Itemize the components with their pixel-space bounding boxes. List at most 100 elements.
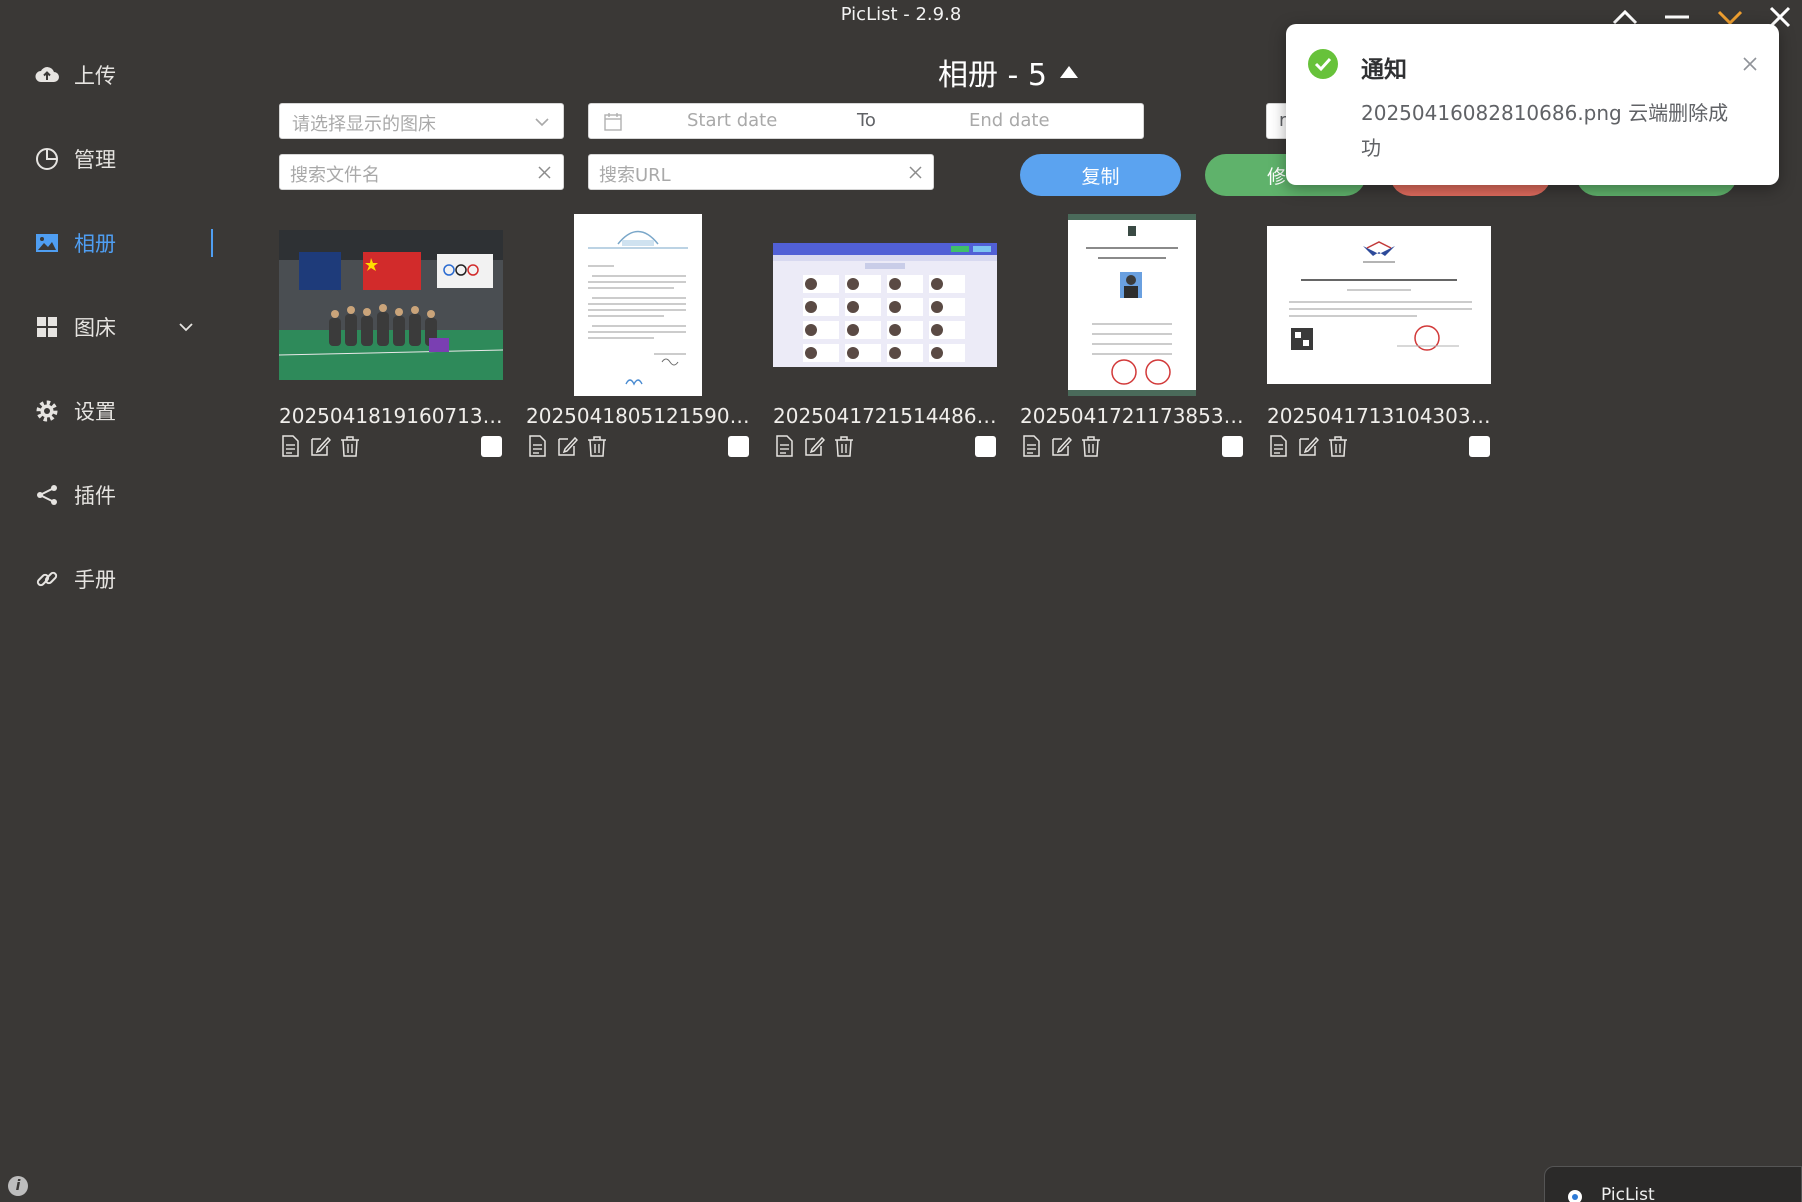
- sidebar-item-plugins[interactable]: 插件: [34, 475, 214, 515]
- notification: 通知 20250416082810686.png 云端删除成功: [1286, 24, 1779, 185]
- sidebar-item-label: 图床: [74, 316, 116, 340]
- chevron-down-icon: [1717, 10, 1743, 25]
- document-icon[interactable]: [279, 434, 301, 458]
- sidebar-item-label: 上传: [74, 64, 116, 88]
- gallery-card[interactable]: 20250417131043037...: [1267, 214, 1491, 464]
- file-name: 20250417215144867...: [773, 404, 997, 428]
- sidebar-item-album[interactable]: 相册: [34, 223, 214, 263]
- document-icon[interactable]: [1267, 434, 1289, 458]
- sidebar-item-label: 手册: [74, 568, 116, 592]
- notification-title: 通知: [1361, 57, 1407, 83]
- clear-icon[interactable]: [538, 166, 551, 179]
- certificate-portrait-thumbnail: [1068, 214, 1196, 396]
- picbed-select-placeholder: 请选择显示的图床: [292, 114, 436, 135]
- file-name: 20250418051215904...: [526, 404, 750, 428]
- clear-icon[interactable]: [909, 166, 922, 179]
- select-checkbox[interactable]: [975, 436, 996, 457]
- notification-message: 20250416082810686.png 云端删除成功: [1361, 101, 1729, 160]
- sidebar-item-upload[interactable]: 上传: [34, 55, 214, 95]
- search-filename-input[interactable]: 搜索文件名: [279, 154, 564, 190]
- gallery-card[interactable]: 20250418191607130...: [279, 214, 503, 464]
- picbed-select[interactable]: 请选择显示的图床: [279, 103, 564, 139]
- trash-icon[interactable]: [833, 434, 855, 458]
- cloud-upload-icon: [35, 67, 59, 82]
- copy-button[interactable]: 复制: [1020, 154, 1181, 196]
- close-icon[interactable]: [1742, 56, 1758, 72]
- group-photo-thumbnail: [279, 230, 503, 380]
- sort-up-icon: [1059, 66, 1078, 78]
- trash-icon[interactable]: [1080, 434, 1102, 458]
- sidebar-item-manual[interactable]: 手册: [34, 559, 214, 599]
- chevron-down-icon: [535, 118, 549, 127]
- modify-button-label: 修: [1267, 165, 1287, 188]
- card-toolbar: [526, 434, 608, 458]
- active-indicator: [211, 229, 213, 257]
- letter-document-thumbnail: [574, 214, 702, 396]
- info-icon[interactable]: i: [8, 1176, 28, 1196]
- select-checkbox[interactable]: [1469, 436, 1490, 457]
- image-icon: [36, 234, 58, 252]
- thumbnail[interactable]: [1267, 214, 1491, 396]
- edit-icon[interactable]: [1297, 434, 1319, 458]
- date-separator: To: [857, 110, 876, 131]
- search-url-placeholder: 搜索URL: [599, 165, 671, 186]
- success-check-icon: [1308, 49, 1338, 79]
- trash-icon[interactable]: [1327, 434, 1349, 458]
- gallery-card[interactable]: 20250418051215904...: [526, 214, 750, 464]
- document-icon[interactable]: [773, 434, 795, 458]
- select-checkbox[interactable]: [481, 436, 502, 457]
- gallery-card[interactable]: 20250417211738538...: [1020, 214, 1244, 464]
- certificate-landscape-thumbnail: [1267, 226, 1491, 384]
- thumbnail[interactable]: [279, 214, 503, 396]
- sidebar-item-label: 管理: [74, 148, 116, 172]
- trash-icon[interactable]: [339, 434, 361, 458]
- edit-icon[interactable]: [803, 434, 825, 458]
- end-date-input[interactable]: End date: [969, 110, 1050, 131]
- thumbnail[interactable]: [1020, 214, 1244, 396]
- thumbnail[interactable]: [526, 214, 750, 396]
- document-icon[interactable]: [526, 434, 548, 458]
- thumbnail[interactable]: [773, 214, 997, 396]
- card-toolbar: [1020, 434, 1102, 458]
- card-toolbar: [1267, 434, 1349, 458]
- sidebar-item-label: 设置: [74, 400, 116, 424]
- edit-icon[interactable]: [556, 434, 578, 458]
- taskbar-window[interactable]: PicList: [1544, 1166, 1802, 1202]
- gear-icon: [36, 400, 58, 422]
- sidebar-item-label: 插件: [74, 484, 116, 508]
- sidebar-item-manage[interactable]: 管理: [34, 139, 214, 179]
- search-url-input[interactable]: 搜索URL: [588, 154, 934, 190]
- sidebar-item-picbed[interactable]: 图床: [34, 307, 194, 347]
- grid-icon: [37, 317, 57, 337]
- file-name: 20250417211738538...: [1020, 404, 1244, 428]
- pie-chart-icon: [36, 148, 58, 170]
- page-title-text: 相册 - 5: [938, 58, 1047, 93]
- date-range-picker[interactable]: Start date To End date: [588, 103, 1144, 139]
- app-logo-icon: [1568, 1190, 1582, 1202]
- file-name: 20250418191607130...: [279, 404, 503, 428]
- link-icon: [36, 571, 58, 587]
- card-toolbar: [279, 434, 361, 458]
- copy-button-label: 复制: [1081, 165, 1120, 188]
- card-toolbar: [773, 434, 855, 458]
- select-checkbox[interactable]: [728, 436, 749, 457]
- edit-icon[interactable]: [1050, 434, 1072, 458]
- page-title[interactable]: 相册 - 5: [938, 50, 1079, 94]
- taskbar-label: PicList: [1601, 1185, 1655, 1202]
- search-filename-placeholder: 搜索文件名: [290, 165, 380, 186]
- minimize-icon: [1665, 15, 1689, 19]
- start-date-input[interactable]: Start date: [687, 110, 777, 131]
- gallery-card[interactable]: 20250417215144867...: [773, 214, 997, 464]
- sidebar-item-settings[interactable]: 设置: [34, 391, 214, 431]
- share-icon: [37, 485, 57, 505]
- chevron-up-icon: [1612, 9, 1638, 25]
- calendar-icon: [604, 113, 622, 131]
- edit-icon[interactable]: [309, 434, 331, 458]
- select-checkbox[interactable]: [1222, 436, 1243, 457]
- sidebar-item-label: 相册: [74, 232, 116, 256]
- chevron-down-icon: [179, 323, 193, 332]
- document-icon[interactable]: [1020, 434, 1042, 458]
- app-title: PicList - 2.9.8: [840, 4, 962, 25]
- trash-icon[interactable]: [586, 434, 608, 458]
- file-name: 20250417131043037...: [1267, 404, 1491, 428]
